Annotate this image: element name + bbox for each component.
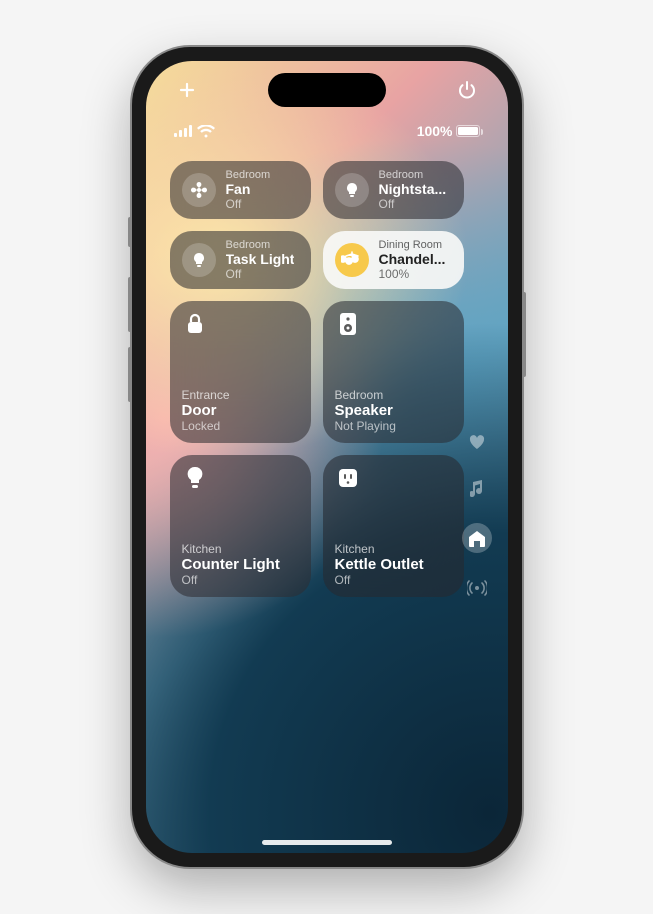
- broadcast-icon: [467, 580, 487, 596]
- battery-percent: 100%: [417, 123, 453, 139]
- tile-status: Off: [182, 573, 299, 587]
- tile-speaker[interactable]: Bedroom Speaker Not Playing: [323, 301, 464, 443]
- tile-task-light[interactable]: Bedroom Task Light Off: [170, 231, 311, 289]
- dynamic-island: [268, 73, 386, 107]
- tile-kettle-outlet[interactable]: Kitchen Kettle Outlet Off: [323, 455, 464, 597]
- cellular-icon: [174, 125, 192, 137]
- tile-nightstand[interactable]: Bedroom Nightsta... Off: [323, 161, 464, 219]
- tile-status: Off: [226, 197, 271, 211]
- tile-name: Chandel...: [379, 251, 446, 267]
- outlet-icon: [335, 465, 361, 491]
- home-indicator[interactable]: [262, 840, 392, 845]
- power-control-button[interactable]: [454, 77, 480, 103]
- tile-room: Bedroom: [226, 169, 271, 181]
- wifi-icon: [197, 125, 215, 138]
- bulb-icon: [335, 173, 369, 207]
- tile-name: Fan: [226, 181, 271, 197]
- tile-chandelier[interactable]: Dining Room Chandel... 100%: [323, 231, 464, 289]
- tile-status: Locked: [182, 419, 299, 433]
- rail-connectivity[interactable]: [466, 577, 488, 599]
- plus-icon: [178, 81, 196, 99]
- tile-room: Bedroom: [226, 239, 295, 251]
- tile-status: Off: [335, 573, 452, 587]
- bulb-icon: [182, 465, 208, 491]
- tile-name: Task Light: [226, 251, 295, 267]
- tile-name: Kettle Outlet: [335, 556, 452, 573]
- power-icon: [457, 80, 477, 100]
- tile-door[interactable]: Entrance Door Locked: [170, 301, 311, 443]
- control-center-page-rail: [462, 431, 492, 599]
- tile-room: Dining Room: [379, 239, 446, 251]
- rail-music[interactable]: [466, 477, 488, 499]
- music-icon: [470, 480, 484, 497]
- fan-icon: [182, 173, 216, 207]
- heart-icon: [469, 435, 485, 450]
- bulb-icon: [182, 243, 216, 277]
- side-button: [128, 217, 132, 247]
- screen: 100% Bedroom Fan Off: [146, 61, 508, 853]
- tile-name: Nightsta...: [379, 181, 447, 197]
- tile-room: Kitchen: [335, 542, 452, 556]
- tile-name: Door: [182, 402, 299, 419]
- tile-counter-light[interactable]: Kitchen Counter Light Off: [170, 455, 311, 597]
- lock-icon: [182, 311, 208, 337]
- power-button: [522, 292, 526, 377]
- tile-room: Entrance: [182, 388, 299, 402]
- volume-down-button: [128, 347, 132, 402]
- volume-up-button: [128, 277, 132, 332]
- battery-icon: [456, 125, 480, 137]
- tile-status: Off: [226, 267, 295, 281]
- phone-frame: 100% Bedroom Fan Off: [132, 47, 522, 867]
- speaker-icon: [335, 311, 361, 337]
- tile-status: Off: [379, 197, 447, 211]
- chandelier-icon: [335, 243, 369, 277]
- tile-name: Counter Light: [182, 556, 299, 573]
- tile-room: Bedroom: [379, 169, 447, 181]
- tile-status: Not Playing: [335, 419, 452, 433]
- tile-room: Kitchen: [182, 542, 299, 556]
- rail-home[interactable]: [462, 523, 492, 553]
- rail-favorites[interactable]: [466, 431, 488, 453]
- tile-status: 100%: [379, 267, 446, 281]
- home-tiles-grid: Bedroom Fan Off Bedroom Nightsta... Off: [170, 161, 464, 597]
- tile-room: Bedroom: [335, 388, 452, 402]
- add-control-button[interactable]: [174, 77, 200, 103]
- tile-name: Speaker: [335, 402, 452, 419]
- status-bar: 100%: [146, 123, 508, 139]
- tile-fan[interactable]: Bedroom Fan Off: [170, 161, 311, 219]
- home-icon: [468, 530, 486, 547]
